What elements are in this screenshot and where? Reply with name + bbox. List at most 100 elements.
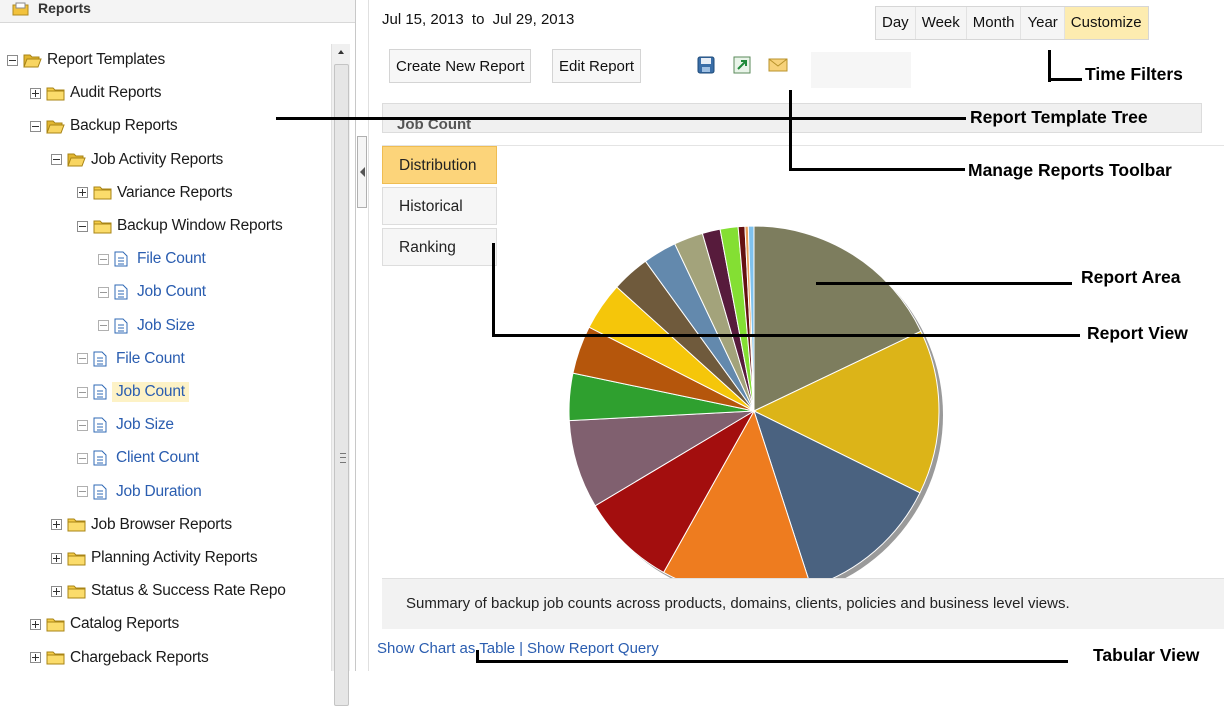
tree-node-label: Catalog Reports <box>70 615 180 633</box>
tree-folder-node[interactable]: Job Browser Reports <box>51 514 232 536</box>
reports-header: Reports <box>0 0 355 23</box>
tree-report-node[interactable]: File Count <box>98 248 206 270</box>
tree-node-label: File Count <box>137 250 206 268</box>
reports-folder-icon <box>12 2 29 16</box>
expand-icon[interactable] <box>30 87 41 99</box>
document-icon <box>114 251 128 267</box>
callout-report-template-tree: Report Template Tree <box>970 107 1148 127</box>
callout-line-template-tree <box>276 117 966 120</box>
create-new-report-button[interactable]: Create New Report <box>389 49 532 83</box>
folder-open-icon <box>46 120 65 134</box>
filter-day[interactable]: Day <box>876 7 916 39</box>
tree-folder-node[interactable]: Planning Activity Reports <box>51 547 258 569</box>
toolbar-spacer <box>811 52 911 88</box>
folder-icon <box>93 220 112 233</box>
report-template-tree[interactable]: Report Templates Audit Reports Backup Repo… <box>0 44 330 671</box>
expand-icon[interactable] <box>51 519 62 531</box>
tree-folder-node[interactable]: Variance Reports <box>77 182 233 204</box>
tree-node-label: Job Browser Reports <box>91 515 232 533</box>
callout-line-report-view-v <box>492 243 495 337</box>
email-icon[interactable] <box>767 54 789 76</box>
leaf-marker-icon <box>77 419 88 431</box>
document-icon <box>93 351 107 367</box>
tree-folder-node[interactable]: Job Activity Reports <box>51 149 223 171</box>
callout-report-view: Report View <box>1087 323 1188 343</box>
document-icon <box>114 284 128 300</box>
tabular-view-links: Show Chart as Table | Show Report Query <box>377 640 659 657</box>
time-filters: Day Week Month Year Customize <box>875 6 1149 40</box>
tree-node-label: Job Size <box>116 416 174 434</box>
tree-node-label: Audit Reports <box>70 84 162 102</box>
tree-report-node[interactable]: Job Size <box>77 414 174 436</box>
distribution-pie-chart <box>568 225 943 600</box>
callout-time-filters: Time Filters <box>1085 64 1183 84</box>
callout-line-report-area <box>816 282 1072 285</box>
export-disk-icon[interactable] <box>695 54 717 76</box>
folder-icon <box>67 518 86 532</box>
tree-report-node[interactable]: Job Count <box>77 381 189 403</box>
scrollbar-thumb[interactable] <box>334 64 349 706</box>
tree-node-label: Status & Success Rate Repo <box>91 582 286 600</box>
tree-node-label: File Count <box>116 349 185 367</box>
collapse-panel-handle[interactable] <box>357 136 367 208</box>
callout-line-toolbar-h <box>789 168 965 171</box>
collapse-arrow-icon <box>360 167 365 177</box>
tree-node-label: Planning Activity Reports <box>91 549 258 566</box>
leaf-marker-icon <box>77 486 88 498</box>
tree-node-label: Job Count <box>112 382 189 402</box>
document-icon <box>114 318 128 334</box>
expand-icon[interactable] <box>30 652 41 664</box>
document-icon <box>93 484 107 500</box>
tree-report-node[interactable]: Job Count <box>98 281 206 303</box>
tree-folder-node[interactable]: Chargeback Reports <box>30 647 209 669</box>
tree-folder-node[interactable]: Audit Reports <box>30 82 162 104</box>
show-report-query-link[interactable]: Show Report Query <box>527 640 659 657</box>
tree-node-label: Report Templates <box>47 51 165 68</box>
scroll-up-arrow-icon[interactable] <box>332 44 350 60</box>
folder-icon <box>93 186 112 200</box>
collapse-icon[interactable] <box>30 120 41 132</box>
tree-folder-node[interactable]: Catalog Reports <box>30 613 179 635</box>
date-from: Jul 15, 2013 <box>382 11 464 28</box>
open-external-icon[interactable] <box>731 54 753 76</box>
date-range[interactable]: Jul 15, 2013 to Jul 29, 2013 <box>382 11 574 28</box>
tree-folder-node[interactable]: Status & Success Rate Repo <box>51 580 286 602</box>
date-to: Jul 29, 2013 <box>492 11 575 28</box>
filter-week[interactable]: Week <box>916 7 967 39</box>
filter-year[interactable]: Year <box>1021 7 1065 39</box>
expand-icon[interactable] <box>51 585 62 597</box>
filter-month[interactable]: Month <box>967 7 1022 39</box>
tree-scrollbar[interactable] <box>331 44 350 706</box>
tree-node-label: Job Activity Reports <box>91 150 224 168</box>
callout-tabular-view: Tabular View <box>1093 645 1200 665</box>
date-separator: to <box>471 11 485 28</box>
tree-report-node[interactable]: Client Count <box>77 447 199 469</box>
view-tab-historical[interactable]: Historical <box>382 187 497 225</box>
collapse-icon[interactable] <box>77 220 88 232</box>
expand-icon[interactable] <box>77 187 88 199</box>
document-icon <box>93 384 107 400</box>
callout-line-toolbar-v <box>789 90 792 170</box>
view-tab-ranking[interactable]: Ranking <box>382 228 497 266</box>
tree-report-node[interactable]: Job Size <box>98 315 195 337</box>
tree-folder-node[interactable]: Report Templates <box>7 49 165 71</box>
leaf-marker-icon <box>77 386 88 398</box>
filter-customize[interactable]: Customize <box>1064 7 1148 39</box>
collapse-icon[interactable] <box>51 154 62 166</box>
edit-report-button[interactable]: Edit Report <box>552 49 642 83</box>
leaf-marker-icon <box>98 320 109 332</box>
leaf-marker-icon <box>77 353 88 365</box>
folder-icon <box>67 552 86 565</box>
panel-splitter[interactable] <box>355 0 369 671</box>
tree-node-label: Client Count <box>116 449 199 467</box>
tree-folder-node[interactable]: Backup Reports <box>30 115 178 137</box>
folder-open-icon <box>23 54 42 67</box>
show-chart-as-table-link[interactable]: Show Chart as Table <box>377 640 515 657</box>
expand-icon[interactable] <box>51 552 62 564</box>
tree-report-node[interactable]: File Count <box>77 348 185 370</box>
collapse-icon[interactable] <box>7 54 18 66</box>
tree-folder-node[interactable]: Backup Window Reports <box>77 215 283 237</box>
tree-report-node[interactable]: Job Duration <box>77 481 202 503</box>
expand-icon[interactable] <box>30 618 41 630</box>
view-tab-distribution[interactable]: Distribution <box>382 146 497 184</box>
